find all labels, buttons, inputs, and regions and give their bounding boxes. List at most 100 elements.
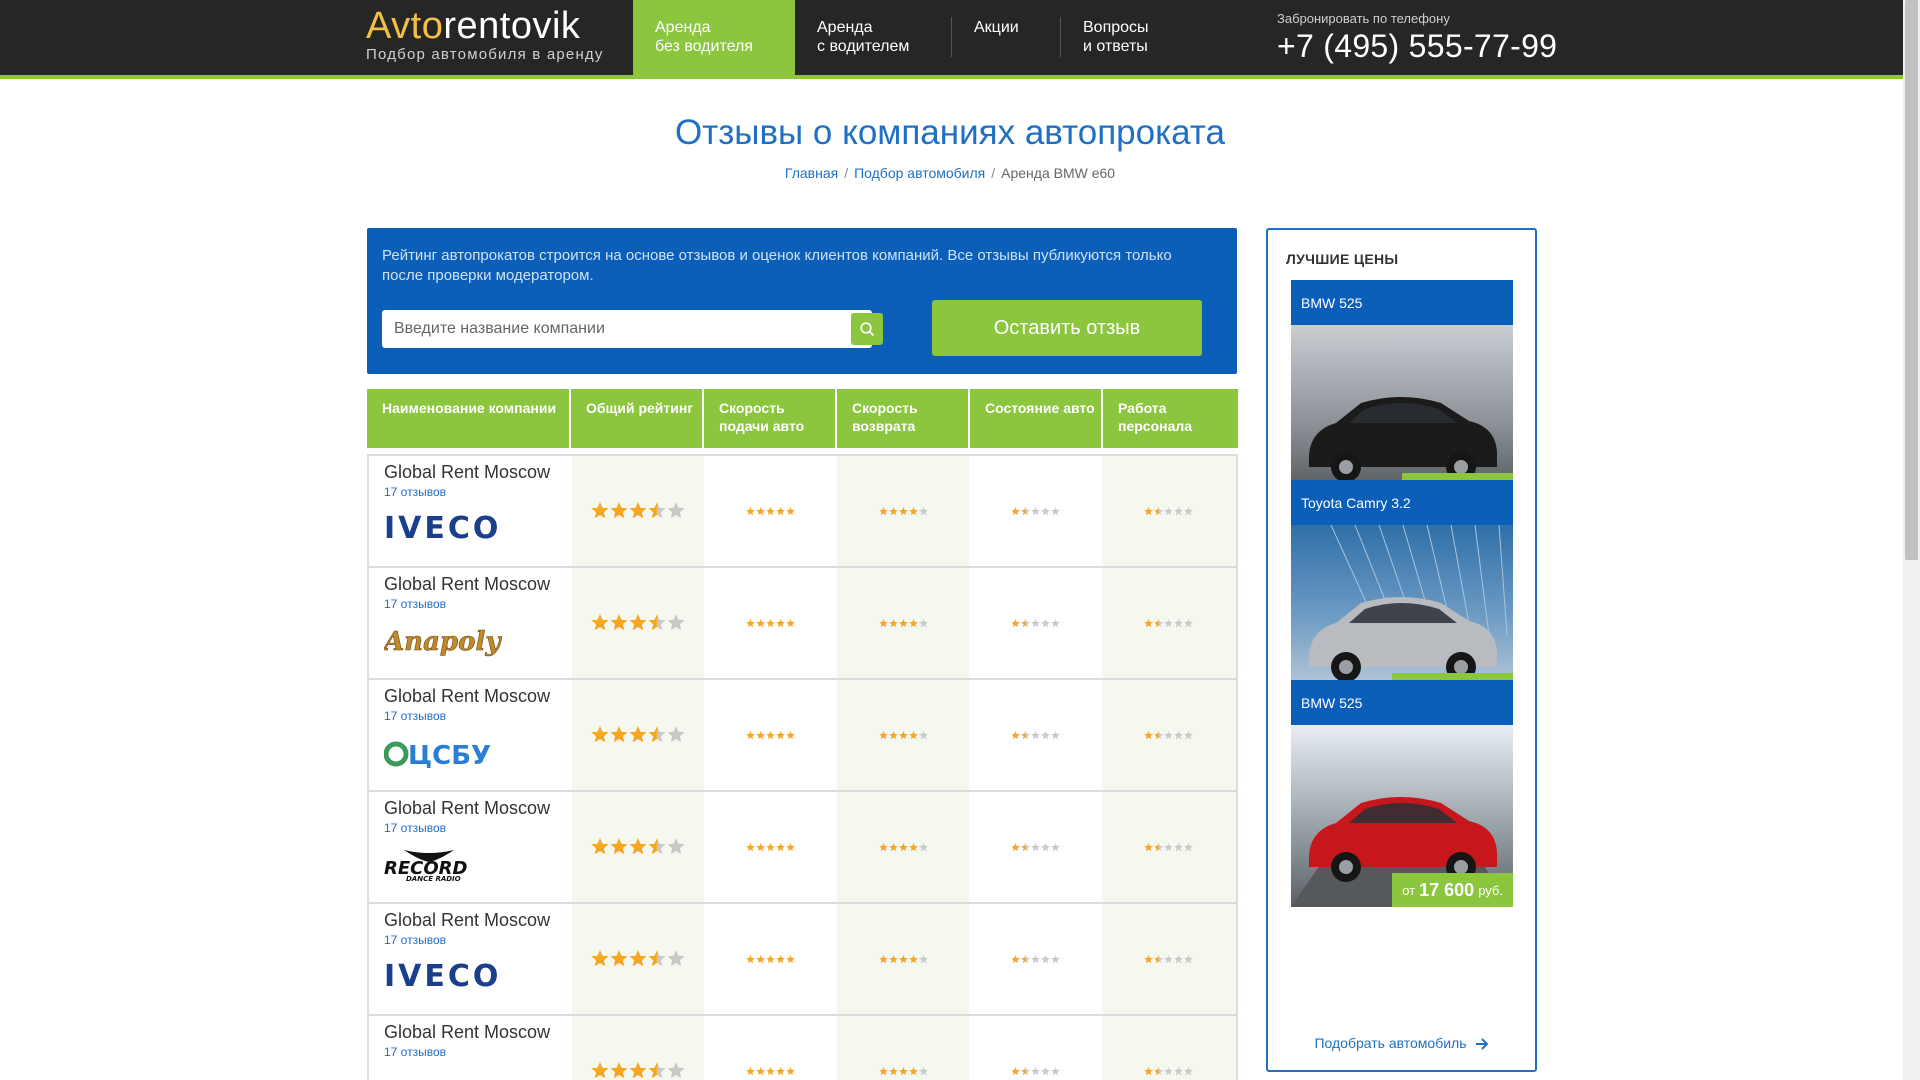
star-icon <box>756 842 765 851</box>
nav-line: Аренда <box>817 19 873 36</box>
star-icon <box>1184 730 1194 739</box>
table-row[interactable]: Global Rent Moscow 17 отзывов <box>369 1016 1236 1080</box>
reviews-count-link[interactable]: 17 отзывов <box>384 485 572 499</box>
table-body: Global Rent Moscow 17 отзывов IVECO Global … <box>367 454 1238 1080</box>
star-rating <box>1011 1066 1060 1075</box>
company-name[interactable]: Global Rent Moscow <box>384 574 572 595</box>
star-icon <box>648 838 666 855</box>
star-icon <box>1031 618 1040 627</box>
nav-item-promotions[interactable]: Акции <box>952 0 1061 75</box>
table-row[interactable]: Global Rent Moscow 17 отзывов ЦСБУ <box>369 680 1236 792</box>
company-search-input[interactable] <box>382 310 872 348</box>
nav-line: Акции <box>974 19 1019 36</box>
phone-number[interactable]: +7 (495) 555-77-99 <box>1277 28 1557 65</box>
star-icon <box>766 730 775 739</box>
star-icon <box>667 1062 685 1079</box>
site-logo[interactable]: Avtorentovik Подбор автомобиля в аренду <box>366 4 616 63</box>
company-logo-image <box>384 1070 534 1080</box>
star-rating <box>746 506 795 515</box>
star-icon <box>1011 730 1020 739</box>
company-name[interactable]: Global Rent Moscow <box>384 798 572 819</box>
star-rating <box>1144 506 1194 515</box>
company-name[interactable]: Global Rent Moscow <box>384 462 572 483</box>
rating-cell <box>1101 680 1236 790</box>
logo-wordmark: Avtorentovik <box>366 4 616 48</box>
price-card[interactable]: BMW 525 от 17 600 руб. <box>1291 680 1513 907</box>
nav-item-rent-without-driver[interactable]: Аренда без водителя <box>633 0 795 75</box>
star-icon <box>1041 618 1050 627</box>
table-row[interactable]: Global Rent Moscow 17 отзывов Anapoly <box>369 568 1236 680</box>
rating-cell <box>572 568 705 678</box>
star-icon <box>888 954 898 963</box>
rating-cell <box>1101 456 1236 566</box>
column-header-delivery[interactable]: Скорость подачи авто <box>704 389 837 448</box>
sidebar-title: ЛУЧШИЕ ЦЕНЫ <box>1286 251 1399 267</box>
car-rim <box>1454 460 1468 474</box>
star-rating <box>1144 842 1194 851</box>
company-logo-text: IVECO <box>384 959 501 994</box>
star-icon <box>1184 842 1194 851</box>
rating-info-box: Рейтинг автопрокатов строится на основе … <box>367 228 1237 374</box>
rating-cell <box>969 792 1102 902</box>
star-icon <box>1011 954 1020 963</box>
star-icon <box>591 838 609 855</box>
star-icon <box>1144 730 1154 739</box>
nav-item-faq[interactable]: Вопросы и ответы <box>1061 0 1181 75</box>
star-icon <box>1174 506 1184 515</box>
star-icon <box>591 726 609 743</box>
company-logo <box>384 1070 534 1080</box>
breadcrumb-car-selection[interactable]: Подбор автомобиля <box>854 165 985 181</box>
star-icon <box>898 730 908 739</box>
search-button[interactable] <box>851 313 883 345</box>
star-icon <box>918 506 928 515</box>
logo-ring-icon <box>383 741 409 767</box>
star-icon <box>908 618 918 627</box>
scrollbar-thumb[interactable] <box>1905 0 1918 560</box>
column-header-staff[interactable]: Работа персонала <box>1103 389 1238 448</box>
star-icon <box>1011 506 1020 515</box>
reviews-count-link[interactable]: 17 отзывов <box>384 1045 572 1059</box>
select-car-link[interactable]: Подобрать автомобиль <box>1268 1035 1535 1051</box>
star-icon <box>898 842 908 851</box>
reviews-count-link[interactable]: 17 отзывов <box>384 821 572 835</box>
company-name[interactable]: Global Rent Moscow <box>384 686 572 707</box>
breadcrumb-home[interactable]: Главная <box>785 165 838 181</box>
star-icon <box>1021 506 1030 515</box>
star-icon <box>918 842 928 851</box>
rating-cell <box>572 456 705 566</box>
rating-cell <box>704 568 837 678</box>
nav-item-rent-with-driver[interactable]: Аренда с водителем <box>795 0 952 75</box>
table-row[interactable]: Global Rent Moscow 17 отзывов RECORD DANCE … <box>369 792 1236 904</box>
table-row[interactable]: Global Rent Moscow 17 отзывов IVECO <box>369 904 1236 1016</box>
column-header-company[interactable]: Наименование компании <box>367 389 571 448</box>
star-icon <box>1164 506 1174 515</box>
table-row[interactable]: Global Rent Moscow 17 отзывов IVECO <box>369 456 1236 568</box>
star-icon <box>1164 730 1174 739</box>
star-icon <box>1164 618 1174 627</box>
star-rating <box>1011 506 1060 515</box>
car-rim <box>1339 460 1353 474</box>
arrow-right-icon <box>1475 1038 1488 1051</box>
company-name[interactable]: Global Rent Moscow <box>384 1022 572 1043</box>
price-card[interactable]: BMW 525от3 600руб. <box>1291 280 1513 507</box>
reviews-count-link[interactable]: 17 отзывов <box>384 933 572 947</box>
star-icon <box>746 1066 755 1075</box>
company-name[interactable]: Global Rent Moscow <box>384 910 572 931</box>
reviews-count-link[interactable]: 17 отзывов <box>384 597 572 611</box>
star-icon <box>1144 618 1154 627</box>
star-icon <box>648 950 666 967</box>
rating-cell <box>572 792 705 902</box>
reviews-count-link[interactable]: 17 отзывов <box>384 709 572 723</box>
page-scrollbar[interactable] <box>1903 0 1920 1080</box>
column-header-condition[interactable]: Состояние авто <box>970 389 1103 448</box>
star-icon <box>1154 842 1164 851</box>
price-card[interactable]: Toyota Camry 3.2от17 600руб. <box>1291 480 1513 707</box>
star-icon <box>1051 618 1060 627</box>
star-icon <box>667 502 685 519</box>
company-cell: Global Rent Moscow 17 отзывов IVECO <box>369 904 573 1014</box>
nav-line: без водителя <box>655 38 753 55</box>
leave-review-button[interactable]: Оставить отзыв <box>932 300 1202 356</box>
column-header-overall[interactable]: Общий рейтинг <box>571 389 704 448</box>
column-header-return[interactable]: Скорость возврата <box>837 389 970 448</box>
star-icon <box>667 838 685 855</box>
